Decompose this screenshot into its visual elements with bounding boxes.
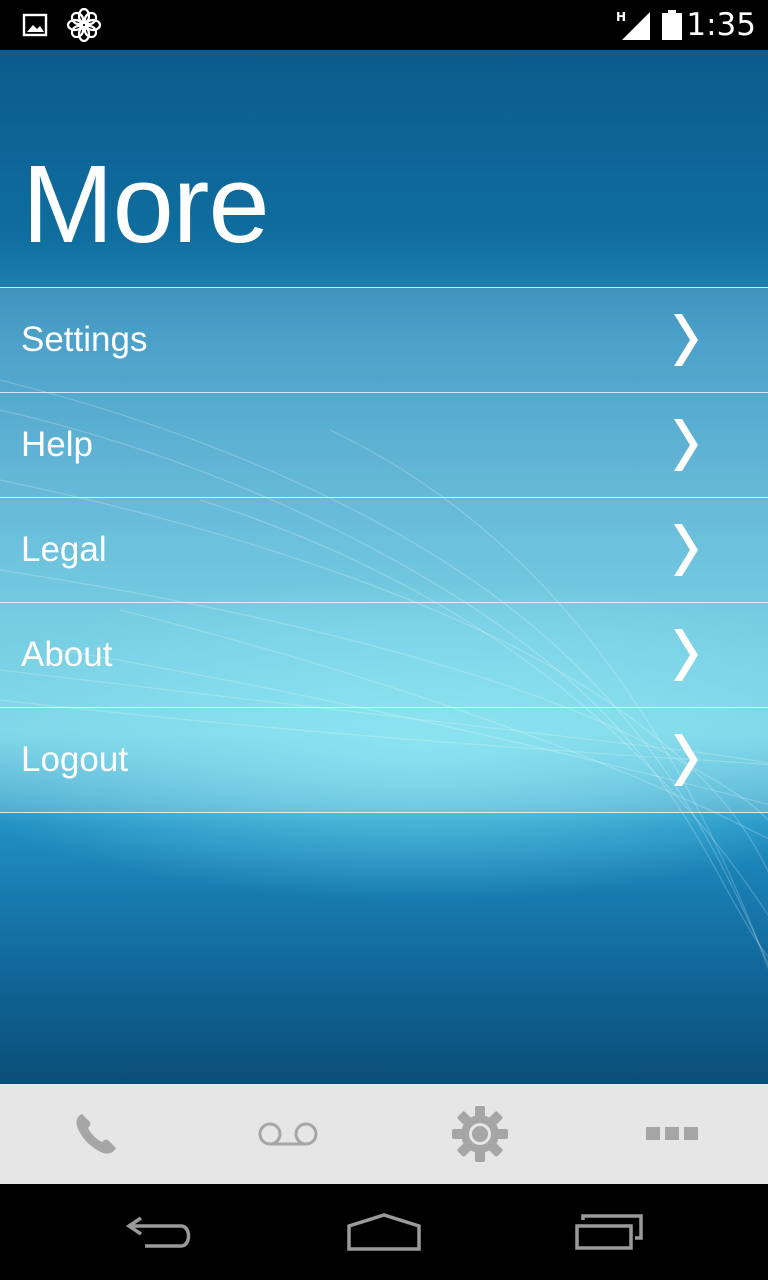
navigation-bar	[0, 1184, 768, 1280]
tab-phone[interactable]	[0, 1084, 192, 1184]
signal-icon: H	[614, 8, 652, 42]
phone-icon	[76, 1114, 116, 1154]
menu-item-about[interactable]: About	[0, 602, 768, 707]
menu-item-help[interactable]: Help	[0, 392, 768, 497]
network-type-label: H	[616, 10, 626, 24]
voicemail-icon	[258, 1122, 318, 1146]
menu-item-settings[interactable]: Settings	[0, 287, 768, 392]
recent-apps-icon	[575, 1214, 643, 1250]
menu-item-logout[interactable]: Logout	[0, 707, 768, 813]
status-bar: H 1:35	[0, 0, 768, 50]
main-content: More Settings Help Legal About Logout	[0, 50, 768, 1084]
menu-item-label: Logout	[21, 740, 129, 779]
back-button[interactable]	[105, 1202, 215, 1262]
tab-settings[interactable]	[384, 1084, 576, 1184]
gear-icon	[452, 1106, 508, 1162]
chevron-right-icon	[674, 734, 698, 786]
status-time: 1:35	[686, 7, 756, 43]
home-button[interactable]	[329, 1202, 439, 1262]
chevron-right-icon	[674, 524, 698, 576]
menu-item-label: Help	[21, 425, 93, 464]
menu-item-label: Settings	[21, 320, 148, 359]
menu-item-legal[interactable]: Legal	[0, 497, 768, 602]
picture-icon	[22, 8, 54, 42]
page-title: More	[22, 143, 270, 266]
tab-bar	[0, 1084, 768, 1184]
menu-item-label: Legal	[21, 530, 107, 569]
more-icon	[646, 1127, 698, 1140]
chevron-right-icon	[674, 629, 698, 681]
flower-icon	[66, 7, 102, 43]
menu-item-label: About	[21, 635, 113, 674]
menu-list: Settings Help Legal About Logout	[0, 287, 768, 813]
recent-apps-button[interactable]	[554, 1202, 664, 1262]
tab-voicemail[interactable]	[192, 1084, 384, 1184]
chevron-right-icon	[674, 419, 698, 471]
battery-icon	[660, 8, 684, 42]
chevron-right-icon	[674, 314, 698, 366]
home-icon	[347, 1213, 421, 1251]
back-icon	[125, 1216, 191, 1248]
tab-more[interactable]	[576, 1084, 768, 1184]
